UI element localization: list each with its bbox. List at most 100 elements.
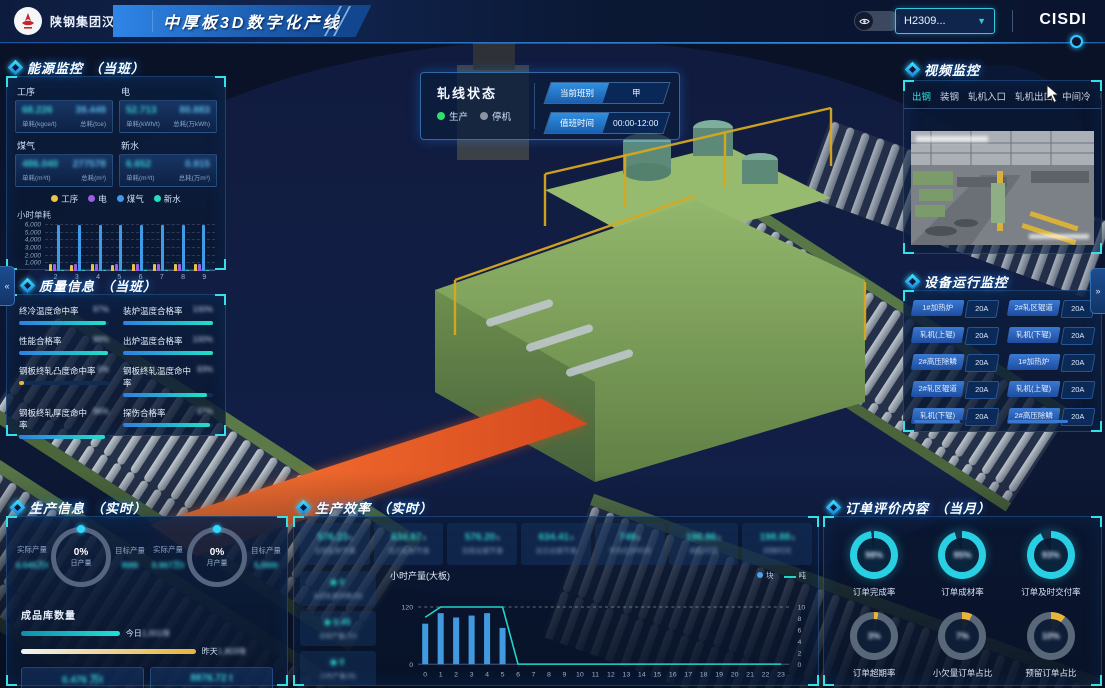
hourly-chart-plot: 1200024681001234567891011121314151617181… bbox=[382, 582, 814, 682]
bar bbox=[136, 264, 139, 271]
legend-dot-icon bbox=[88, 195, 95, 202]
svg-text:20: 20 bbox=[731, 672, 739, 679]
stat-value: 634.41s bbox=[538, 532, 573, 543]
stock-bar bbox=[21, 631, 120, 636]
stat-unit: s bbox=[496, 535, 500, 542]
energy-card-name: 电 bbox=[121, 85, 217, 98]
video-tab[interactable]: 出钢 bbox=[912, 89, 931, 103]
svg-text:0: 0 bbox=[798, 662, 802, 669]
panel-diamond-icon bbox=[828, 502, 839, 513]
bar bbox=[174, 264, 177, 271]
bar bbox=[140, 225, 143, 271]
bar bbox=[111, 265, 114, 272]
production-info-panel: 实际产量0.045万t0%日产量目标产量900t实际产量0.967万t0%月产量… bbox=[6, 516, 288, 686]
video-tab[interactable]: 装钢 bbox=[940, 89, 959, 103]
scrollbar-thumb[interactable] bbox=[1008, 420, 1068, 423]
equipment-label: 1#加热炉 bbox=[1008, 354, 1059, 370]
energy-unit-label: 单耗(m³/t) bbox=[22, 172, 51, 182]
progress-fill bbox=[123, 321, 213, 325]
svg-text:4: 4 bbox=[798, 639, 802, 646]
energy-unit-label: 单耗(m³/t) bbox=[126, 172, 155, 182]
efficiency-side-stats: 0当前轧制块数(块)0.45当班产量(万t)0小时产量(块) bbox=[300, 571, 376, 686]
bar-group bbox=[153, 225, 168, 271]
svg-text:8: 8 bbox=[798, 616, 802, 623]
progress-track bbox=[123, 321, 213, 325]
energy-card: 新水6.6520.915单耗(m³/t)总耗(万m³) bbox=[119, 137, 217, 187]
order-donut: 93%订单及时交付率 bbox=[1011, 531, 1091, 598]
stat-label: 当班轧制节奏 bbox=[314, 546, 356, 556]
progress-fill bbox=[123, 423, 210, 427]
scrollbar[interactable] bbox=[1008, 420, 1090, 423]
svg-text:15: 15 bbox=[653, 672, 661, 679]
video-tab[interactable]: 电动辊道 bbox=[1100, 89, 1101, 103]
equipment-value: 20A bbox=[1063, 355, 1093, 371]
bar bbox=[202, 225, 205, 271]
expand-right-handle[interactable]: » bbox=[1090, 268, 1105, 314]
gauge-ring: 0%日产量 bbox=[51, 527, 111, 587]
equipment-item: 2#高压除鳞20A bbox=[1006, 408, 1095, 426]
status-legend-item: 停机 bbox=[480, 109, 511, 123]
bar bbox=[74, 264, 77, 271]
legend-item: 吨 bbox=[784, 570, 807, 581]
badge-value: 甲 bbox=[632, 87, 641, 99]
collapse-left-handle[interactable]: « bbox=[0, 266, 15, 306]
progress-track bbox=[123, 423, 213, 427]
bar bbox=[144, 270, 147, 271]
video-feed[interactable] bbox=[911, 131, 1094, 245]
hourly-chart-title: 小时产量(大板) bbox=[390, 569, 450, 582]
energy-chart-title: 小时单耗 bbox=[17, 209, 225, 221]
stock-box-value: 8876.72 t bbox=[190, 673, 232, 684]
order-donut: 95%订单成材率 bbox=[922, 531, 1002, 598]
legend-dot-icon bbox=[117, 195, 124, 202]
energy-cards: 工序68.22639.449单耗(kgce/t)总耗(tce)电52.71380… bbox=[7, 77, 225, 187]
order-donut: 3%订单超期率 bbox=[834, 612, 914, 679]
donut-label: 订单成材率 bbox=[941, 586, 984, 598]
quality-label: 钢板终轧凸度命中率 bbox=[19, 365, 96, 377]
svg-text:2: 2 bbox=[454, 672, 458, 679]
stat-value: 576.23s bbox=[317, 532, 352, 543]
quality-label: 出炉温度合格率 bbox=[123, 335, 183, 347]
equipment-panel: 1#加热炉20A2#轧区辊道20A轧机(上辊)20A轧机(下辊)20A2#高压除… bbox=[903, 290, 1102, 432]
svg-text:14: 14 bbox=[638, 672, 646, 679]
efficiency-side-stat: 0当前轧制块数(块) bbox=[300, 571, 376, 606]
quality-item: 探伤合格率97% bbox=[123, 407, 213, 439]
line-status-legend: 生产停机 bbox=[437, 109, 511, 123]
scrollbar-thumb[interactable] bbox=[914, 420, 960, 423]
output-gauge: 实际产量0.967万t0%月产量目标产量5,000t bbox=[149, 527, 285, 587]
bar bbox=[82, 270, 85, 271]
equipment-item: 1#加热炉20A bbox=[1006, 354, 1095, 372]
energy-unit-label: 总耗(tce) bbox=[80, 118, 106, 128]
donut-label: 小欠量订单占比 bbox=[933, 667, 993, 679]
scrollbar[interactable] bbox=[914, 420, 996, 423]
stat-label: 当前轧制块数(块) bbox=[313, 590, 363, 600]
visibility-toggle[interactable] bbox=[854, 11, 900, 31]
progress-track bbox=[19, 321, 109, 325]
efficiency-stat: 198.88s间隙时间 bbox=[742, 523, 812, 565]
stock-bar-label: 昨天 bbox=[202, 646, 218, 657]
plan-select-dropdown[interactable]: H2309... ▼ bbox=[895, 8, 995, 34]
legend-line-icon bbox=[784, 576, 796, 578]
energy-chart: 1,0002,0003,0004,0005,0006,000 bbox=[45, 223, 215, 271]
stat-label: 平均在炉时间 bbox=[609, 546, 651, 556]
video-tab[interactable]: 轧机入口 bbox=[968, 89, 1006, 103]
energy-card: 电52.71380.883单耗(kWh/t)总耗(万kWh) bbox=[119, 83, 217, 133]
quality-value: 5% bbox=[97, 365, 109, 377]
quality-value: 100% bbox=[193, 305, 213, 317]
equipment-item: 2#高压除鳞20A bbox=[910, 354, 999, 372]
donut-hole: 93% bbox=[1034, 538, 1068, 572]
equipment-item: 2#轧区辊道20A bbox=[910, 381, 999, 399]
bar-group bbox=[174, 225, 189, 271]
x-tick-label: 8 bbox=[173, 274, 194, 281]
bar bbox=[61, 270, 64, 271]
orders-panel-title: 订单评价内容（当月） bbox=[828, 498, 991, 517]
bar bbox=[123, 270, 126, 271]
company-logo-icon bbox=[18, 11, 38, 31]
bar-group bbox=[49, 225, 64, 271]
video-tab[interactable]: 中间冷 bbox=[1062, 89, 1091, 103]
legend-item: 工序 bbox=[51, 193, 78, 205]
equipment-value: 20A bbox=[967, 301, 997, 317]
equipment-value: 20A bbox=[967, 355, 997, 371]
output-gauge: 实际产量0.045万t0%日产量目标产量900t bbox=[13, 527, 149, 587]
x-tick-label: 9 bbox=[194, 274, 215, 281]
equipment-label: 2#高压除鳞 bbox=[912, 354, 963, 370]
